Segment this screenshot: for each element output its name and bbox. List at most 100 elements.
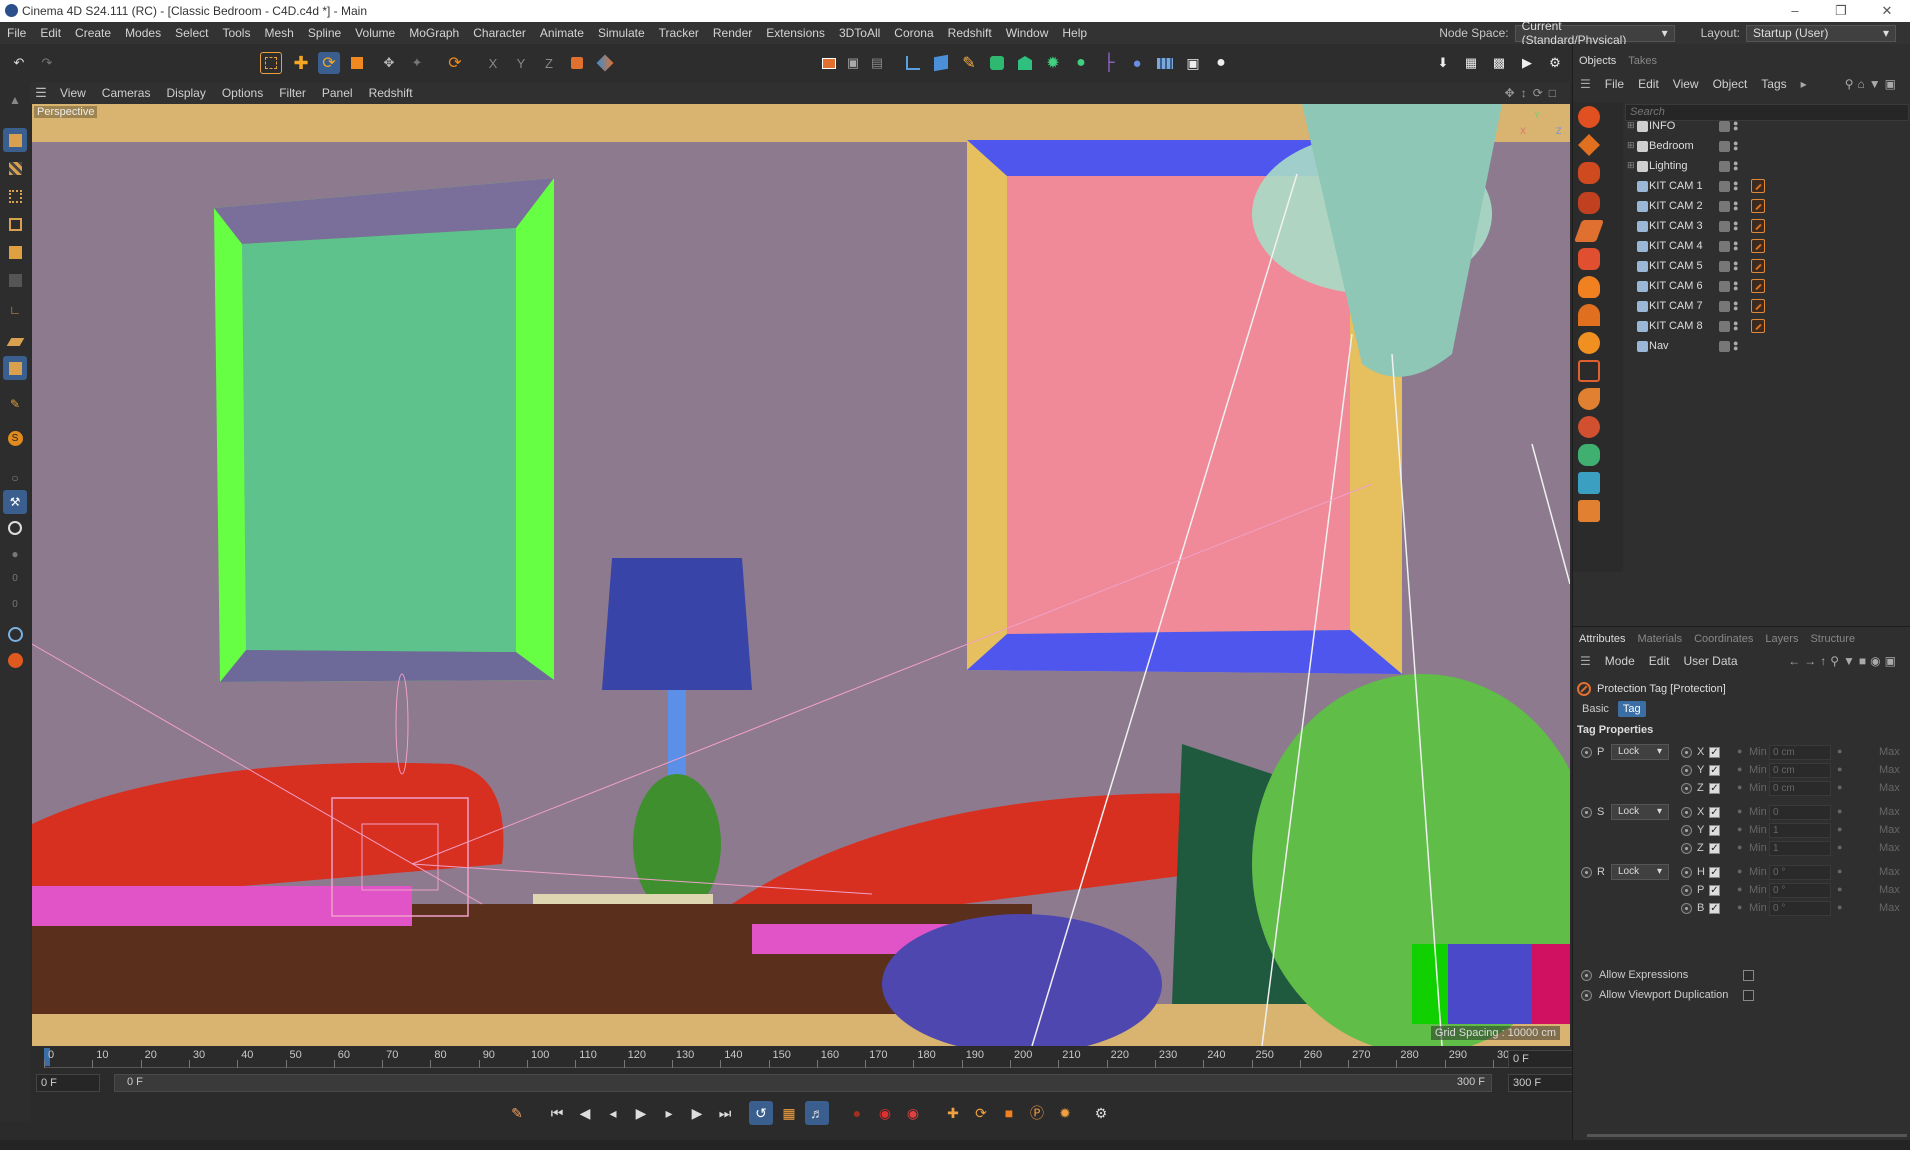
protection-tag-icon[interactable] [1751, 259, 1765, 273]
object-name[interactable]: KIT CAM 5 [1649, 260, 1703, 272]
tab-materials[interactable]: Materials [1631, 633, 1688, 645]
lock-x-axis-icon[interactable]: X [482, 52, 504, 74]
node-space-dropdown[interactable]: Current (Standard/Physical) ▾ [1514, 19, 1675, 47]
play-button[interactable]: ▶ [629, 1101, 653, 1125]
menu-tracker[interactable]: Tracker [652, 26, 706, 40]
protection-tag-icon[interactable] [1751, 319, 1765, 333]
animation-settings-icon[interactable]: ▦ [777, 1101, 801, 1125]
viewport-menu-display[interactable]: Display [158, 86, 213, 100]
record-active-icon[interactable]: ◉ [901, 1101, 925, 1125]
layer-edit-icon[interactable] [1719, 341, 1730, 352]
object-row[interactable]: ⊞ Bedroom ● ● [1623, 136, 1910, 156]
animate-radio-icon[interactable] [1681, 825, 1692, 836]
subdivision-icon[interactable] [986, 52, 1008, 74]
coordinate-system-icon[interactable] [566, 52, 588, 74]
subtab-basic[interactable]: Basic [1577, 701, 1614, 717]
objects-toolbar-icons[interactable]: ⚲⌂▼▣ [1838, 77, 1907, 91]
animate-radio-icon[interactable] [1681, 843, 1692, 854]
next-frame-icon[interactable]: ▸ [657, 1101, 681, 1125]
viewport-menu-cameras[interactable]: Cameras [94, 86, 159, 100]
menu-create[interactable]: Create [68, 26, 118, 40]
visibility-dots-icon[interactable]: ● ● [1733, 319, 1738, 333]
keyframe-selection-icon[interactable]: ✎ [505, 1101, 529, 1125]
viewport-navigation-icons[interactable]: ✥↕⟳□ [1505, 86, 1562, 100]
hamburger-icon[interactable]: ☰ [1573, 654, 1598, 668]
viewport-solo-icon[interactable]: 0 [3, 566, 27, 590]
visibility-dots-icon[interactable]: ● ● [1733, 159, 1738, 173]
visibility-dots-icon[interactable]: ● ● [1733, 259, 1738, 273]
create-spline-icon[interactable] [902, 52, 924, 74]
layer-edit-icon[interactable] [1719, 281, 1730, 292]
redshift-dome-light-icon[interactable] [1578, 304, 1600, 326]
object-row[interactable]: KIT CAM 5 ● ● [1623, 256, 1910, 276]
key-scale-icon[interactable]: ■ [997, 1101, 1021, 1125]
animate-radio-icon[interactable] [1681, 885, 1692, 896]
menu-simulate[interactable]: Simulate [591, 26, 652, 40]
clapper-icon[interactable]: ▩ [1488, 52, 1510, 74]
animate-radio-icon[interactable] [1681, 807, 1692, 818]
mograph-cloner-icon[interactable]: ✹ [1042, 52, 1064, 74]
animate-radio-icon[interactable] [1681, 765, 1692, 776]
frame-range-slider[interactable]: 0 F 300 F [114, 1074, 1492, 1092]
redshift-sun-icon[interactable] [1578, 332, 1600, 354]
deformer-icon[interactable]: ├ [1098, 52, 1120, 74]
menu-edit[interactable]: Edit [33, 26, 68, 40]
render-to-picture-viewer-icon[interactable]: ▶ [1516, 52, 1538, 74]
expand-icon[interactable]: ⊞ [1627, 160, 1635, 171]
redshift-settings-icon[interactable] [1578, 134, 1600, 156]
autokey-icon[interactable]: ● [845, 1101, 869, 1125]
object-name[interactable]: KIT CAM 1 [1649, 180, 1703, 192]
layer-edit-icon[interactable] [1719, 241, 1730, 252]
cube-icon[interactable] [930, 52, 952, 74]
layer-edit-icon[interactable] [1719, 141, 1730, 152]
snap-tool-icon[interactable]: ✦ [406, 52, 428, 74]
tab-coordinates[interactable]: Coordinates [1688, 633, 1759, 645]
brush-icon[interactable]: ✎ [3, 392, 27, 416]
object-row[interactable]: ⊞ INFO ● ● [1623, 116, 1910, 136]
menu-extensions[interactable]: Extensions [759, 26, 832, 40]
menu-spline[interactable]: Spline [301, 26, 348, 40]
objects-menu-tags[interactable]: Tags [1754, 77, 1793, 91]
tab-objects[interactable]: Objects [1573, 55, 1622, 67]
field-icon[interactable]: ● [1126, 52, 1148, 74]
animate-radio-icon[interactable] [1681, 747, 1692, 758]
tab-layers[interactable]: Layers [1759, 633, 1804, 645]
transform-tool-icon[interactable]: ✥ [378, 52, 400, 74]
min-value-field[interactable]: 1 [1769, 841, 1831, 856]
corona-logo-icon[interactable] [3, 648, 27, 672]
attributes-toolbar-icons[interactable]: ←→↑⚲▼■◉▣ [1781, 654, 1907, 668]
tweak-mode-icon[interactable] [3, 330, 27, 354]
axis-lock-checkbox[interactable]: ✓ [1709, 867, 1720, 878]
layer-edit-icon[interactable] [1719, 261, 1730, 272]
render-settings-gear-icon[interactable]: ⚙ [1544, 52, 1566, 74]
sculpt-icon[interactable]: S [3, 426, 27, 450]
lock-y-axis-icon[interactable]: Y [510, 52, 532, 74]
redshift-light-icon[interactable] [1578, 276, 1600, 298]
layer-edit-icon[interactable] [1719, 321, 1730, 332]
layer-edit-icon[interactable] [1719, 181, 1730, 192]
layer-edit-icon[interactable] [1719, 121, 1730, 132]
redshift-environment-icon[interactable] [1578, 416, 1600, 438]
restore-icon[interactable]: ❐ [1818, 0, 1864, 22]
lock-mode-dropdown[interactable]: Lock ▾ [1611, 804, 1669, 820]
visibility-dots-icon[interactable]: ● ● [1733, 339, 1738, 353]
go-to-start-icon[interactable]: ⏮ [545, 1101, 569, 1125]
menu-select[interactable]: Select [168, 26, 215, 40]
axis-lock-checkbox[interactable]: ✓ [1709, 885, 1720, 896]
min-value-field[interactable]: 1 [1769, 823, 1831, 838]
render-view-icon[interactable] [818, 52, 840, 74]
record-keys-icon[interactable]: ◉ [873, 1101, 897, 1125]
extrude-icon[interactable] [1014, 52, 1036, 74]
animate-radio-icon[interactable] [1681, 867, 1692, 878]
min-value-field[interactable]: 0 ° [1769, 883, 1831, 898]
previous-frame-icon[interactable]: ◂ [601, 1101, 625, 1125]
redshift-camera-icon[interactable] [1578, 192, 1600, 214]
workplane-icon[interactable] [594, 52, 616, 74]
key-point-level-icon[interactable]: ✹ [1053, 1101, 1077, 1125]
points-mode-icon[interactable] [3, 184, 27, 208]
animate-radio-icon[interactable] [1581, 807, 1592, 818]
protection-tag-icon[interactable] [1751, 179, 1765, 193]
object-row[interactable]: ⊞ Lighting ● ● [1623, 156, 1910, 176]
visibility-dots-icon[interactable]: ● ● [1733, 239, 1738, 253]
expand-icon[interactable]: ⊞ [1627, 140, 1635, 151]
